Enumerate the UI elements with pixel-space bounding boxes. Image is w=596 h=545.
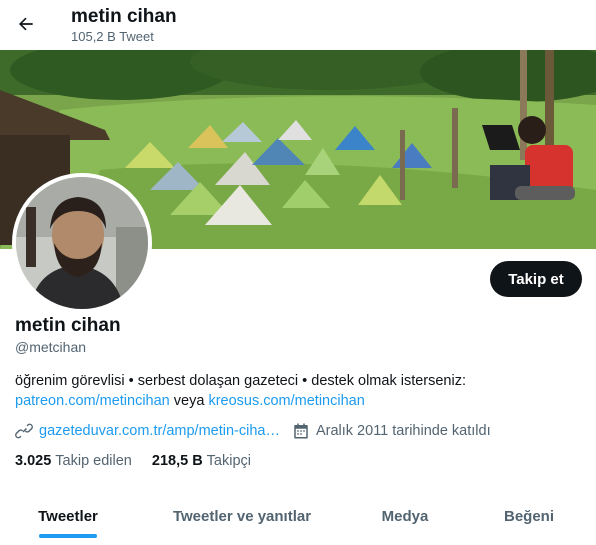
followers-label: Takipçi	[206, 453, 251, 469]
joined-date: Aralık 2011 tarihinde katıldı	[315, 423, 491, 439]
following-stat[interactable]: 3.025 Takip edilen	[15, 453, 132, 469]
bio-text: öğrenim görevlisi • serbest dolaşan gaze…	[15, 373, 467, 389]
header-name: metin cihan	[71, 6, 177, 27]
bio-connector: veya	[169, 393, 209, 409]
calendar-icon	[292, 422, 310, 440]
profile-handle: @metcihan	[15, 339, 87, 355]
tab-likes-label: Beğeni	[503, 507, 554, 525]
following-count: 3.025	[15, 453, 52, 469]
tab-media[interactable]: Medya	[348, 491, 462, 541]
tab-tweets-replies[interactable]: Tweetler ve yanıtlar	[136, 491, 348, 541]
profile-tabs: Tweetler Tweetler ve yanıtlar Medya Beğe…	[0, 491, 596, 541]
follow-button[interactable]: Takip et	[490, 261, 582, 297]
tab-likes[interactable]: Beğeni	[462, 491, 596, 541]
website-link[interactable]: gazeteduvar.com.tr/amp/metin-ciha…	[39, 423, 280, 439]
back-arrow-icon[interactable]	[14, 12, 38, 36]
following-label: Takip edilen	[55, 453, 132, 469]
follow-stats: 3.025 Takip edilen 218,5 B Takipçi	[15, 453, 251, 469]
active-tab-indicator	[39, 534, 97, 538]
tab-tweets-label: Tweetler	[38, 507, 98, 525]
tab-tweets[interactable]: Tweetler	[0, 491, 136, 541]
tab-media-label: Medya	[381, 507, 429, 525]
bio-link-kreosus[interactable]: kreosus.com/metincihan	[208, 393, 364, 409]
followers-count: 218,5 B	[151, 453, 203, 469]
bio-link-patreon[interactable]: patreon.com/metincihan	[15, 393, 170, 409]
link-icon	[15, 422, 33, 440]
profile-meta: gazeteduvar.com.tr/amp/metin-ciha… Aralı…	[15, 421, 491, 441]
profile-avatar[interactable]	[12, 173, 152, 313]
profile-name: metin cihan	[15, 315, 121, 336]
tab-tweets-replies-label: Tweetler ve yanıtlar	[172, 507, 312, 525]
top-bar: metin cihan 105,2 B Tweet	[0, 0, 596, 50]
followers-stat[interactable]: 218,5 B Takipçi	[152, 453, 251, 469]
profile-bio: öğrenim görevlisi • serbest dolaşan gaze…	[15, 371, 585, 411]
header-tweet-count: 105,2 B Tweet	[71, 29, 154, 44]
